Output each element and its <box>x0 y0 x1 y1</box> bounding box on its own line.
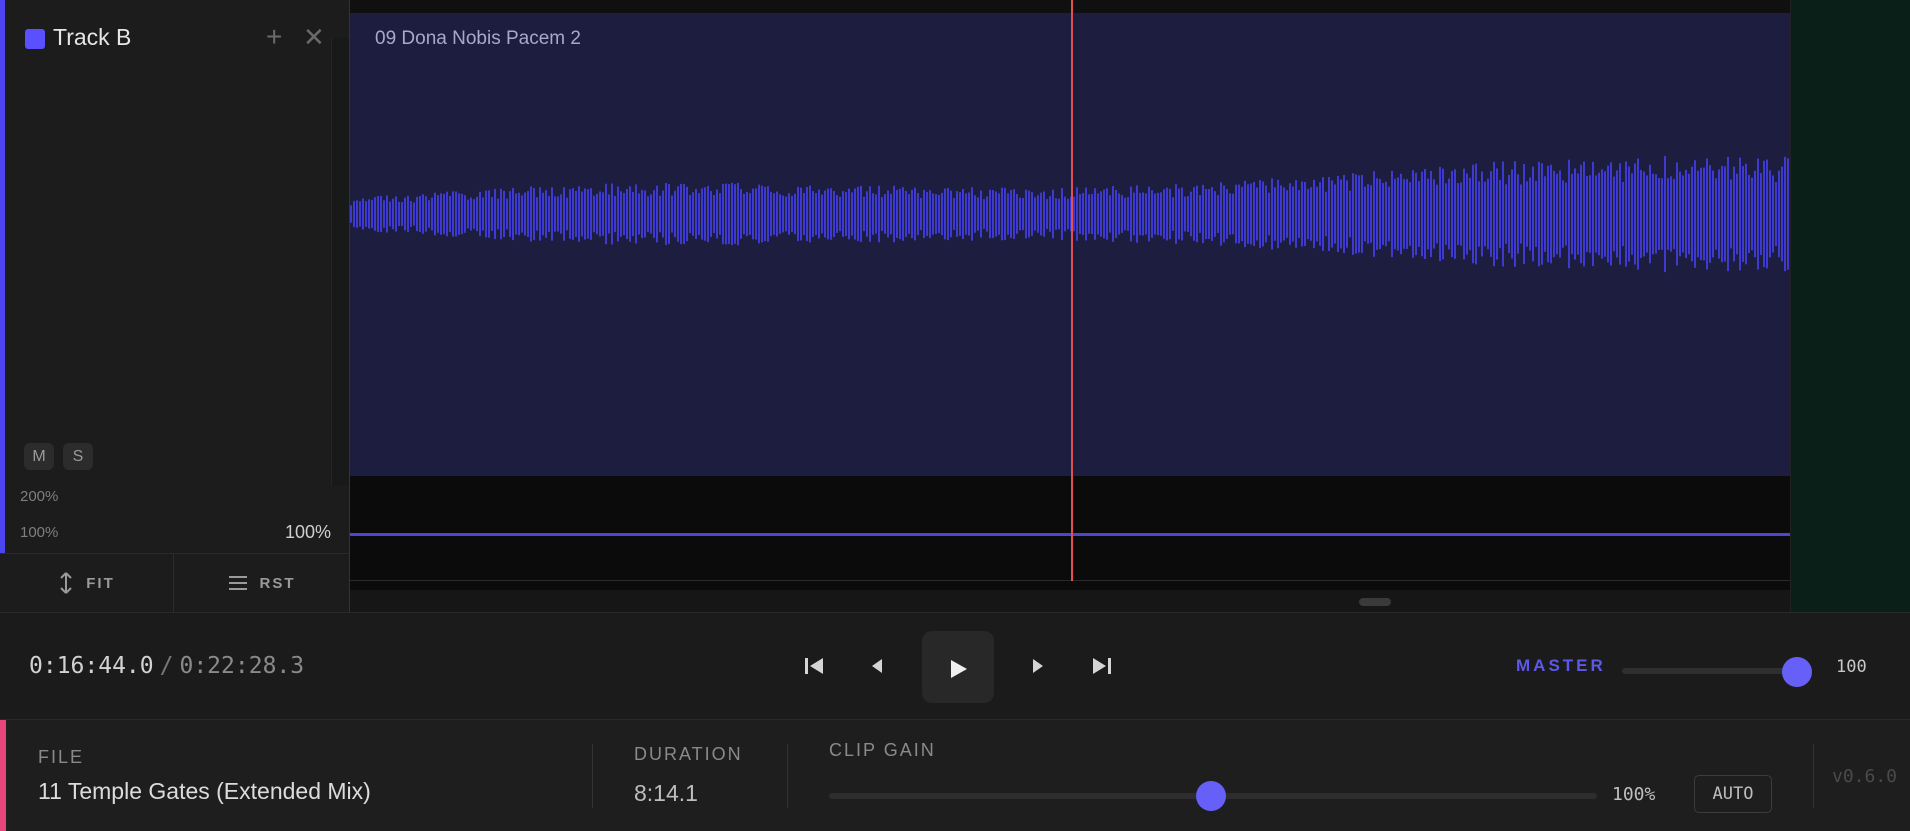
version-label: v0.6.0 <box>1832 766 1898 787</box>
track-color-bar <box>0 0 5 553</box>
total-time: 0:22:28.3 <box>179 653 305 679</box>
clip-gain-knob[interactable] <box>1196 781 1226 811</box>
play-button[interactable] <box>922 631 994 703</box>
play-icon <box>951 660 967 679</box>
duration-value: 8:14.1 <box>634 780 698 806</box>
master-volume-slider[interactable] <box>1622 668 1800 674</box>
playhead[interactable] <box>1071 0 1073 581</box>
step-forward-icon <box>1033 659 1043 673</box>
horizontal-scrollbar[interactable] <box>350 590 1791 612</box>
fit-button[interactable]: FIT <box>0 554 174 612</box>
current-time: 0:16:44.0 <box>29 653 154 679</box>
timeline[interactable]: 09 Dona Nobis Pacem 2 <box>349 0 1791 612</box>
track-color-swatch[interactable] <box>25 29 45 49</box>
reset-label: RST <box>259 574 296 592</box>
zoom-scale-top: 200% <box>20 488 59 505</box>
zoom-scale-bottom: 100% <box>20 524 59 541</box>
reset-button[interactable]: RST <box>174 554 349 612</box>
skip-to-start-icon <box>805 658 823 674</box>
solo-button[interactable]: S <box>63 443 93 470</box>
file-label: FILE <box>38 747 85 767</box>
track-name[interactable]: Track B <box>53 24 131 51</box>
divider <box>787 744 788 808</box>
clip-title: 09 Dona Nobis Pacem 2 <box>375 28 581 49</box>
mute-button[interactable]: M <box>24 443 54 470</box>
master-volume-value: 100 <box>1836 657 1867 677</box>
divider <box>592 744 593 808</box>
skip-to-end-button[interactable] <box>1087 653 1117 683</box>
clip-gain-value: 100% <box>1612 784 1656 805</box>
level-meter <box>331 38 350 486</box>
skip-to-end-icon <box>1093 658 1111 674</box>
step-back-button[interactable] <box>862 653 892 683</box>
track-header: Track B + ✕ M S 200% 100% 100% FIT RST <box>0 0 350 612</box>
master-label: MASTER <box>1516 656 1606 675</box>
vertical-resize-icon <box>60 572 72 594</box>
skip-to-start-button[interactable] <box>799 653 829 683</box>
step-back-icon <box>872 659 882 673</box>
time-display: 0:16:44.0/0:22:28.3 <box>29 653 304 679</box>
transport-bar: 0:16:44.0/0:22:28.3 MASTER 100 <box>0 612 1910 719</box>
step-forward-button[interactable] <box>1023 653 1053 683</box>
plus-icon[interactable]: + <box>266 22 282 52</box>
duration-label: DURATION <box>634 744 743 764</box>
time-separator: / <box>159 653 174 679</box>
file-name: 11 Temple Gates (Extended Mix) <box>38 778 371 804</box>
right-pane <box>1790 0 1910 612</box>
divider <box>1813 744 1814 808</box>
info-accent-bar <box>0 720 6 831</box>
master-volume-knob[interactable] <box>1782 657 1812 687</box>
clip-gain-label: CLIP GAIN <box>829 740 936 760</box>
menu-lines-icon <box>228 576 247 590</box>
fit-label: FIT <box>86 574 115 592</box>
track-volume[interactable]: 100% <box>211 522 331 543</box>
auto-gain-button[interactable]: AUTO <box>1694 775 1772 813</box>
close-icon[interactable]: ✕ <box>303 22 325 52</box>
scrollbar-handle[interactable] <box>1359 598 1391 606</box>
clip-info-bar: FILE 11 Temple Gates (Extended Mix) DURA… <box>0 719 1910 831</box>
